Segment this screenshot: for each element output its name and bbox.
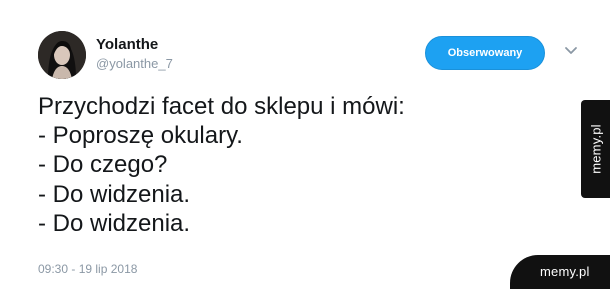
tweet-line: Przychodzi facet do sklepu i mówi: — [38, 93, 405, 120]
avatar[interactable] — [38, 31, 86, 79]
corner-watermark: memy.pl — [510, 255, 610, 289]
tweet-line: - Do czego? — [38, 151, 168, 179]
tweet-line: - Do widzenia. — [38, 180, 191, 208]
following-button[interactable]: Obserwowany — [425, 36, 545, 70]
tweet-timestamp[interactable]: 09:30 - 19 lip 2018 — [38, 262, 137, 276]
tweet-line: - Do widzenia. — [38, 209, 191, 237]
corner-watermark-label: memy.pl — [540, 264, 590, 279]
tweet-card: Yolanthe @yolanthe_7 Obserwowany Przycho… — [0, 0, 610, 289]
side-watermark-label: memy.pl — [588, 124, 603, 174]
side-watermark: memy.pl — [581, 100, 610, 198]
profile-photo-icon — [38, 31, 86, 79]
tweet-line: - Poproszę okulary. — [38, 122, 243, 150]
display-name[interactable]: Yolanthe — [96, 36, 158, 54]
chevron-down-icon[interactable] — [563, 44, 579, 56]
tweet-text: Przychodzi facet do sklepu i mówi: - Pop… — [38, 92, 558, 238]
user-handle[interactable]: @yolanthe_7 — [96, 56, 173, 72]
